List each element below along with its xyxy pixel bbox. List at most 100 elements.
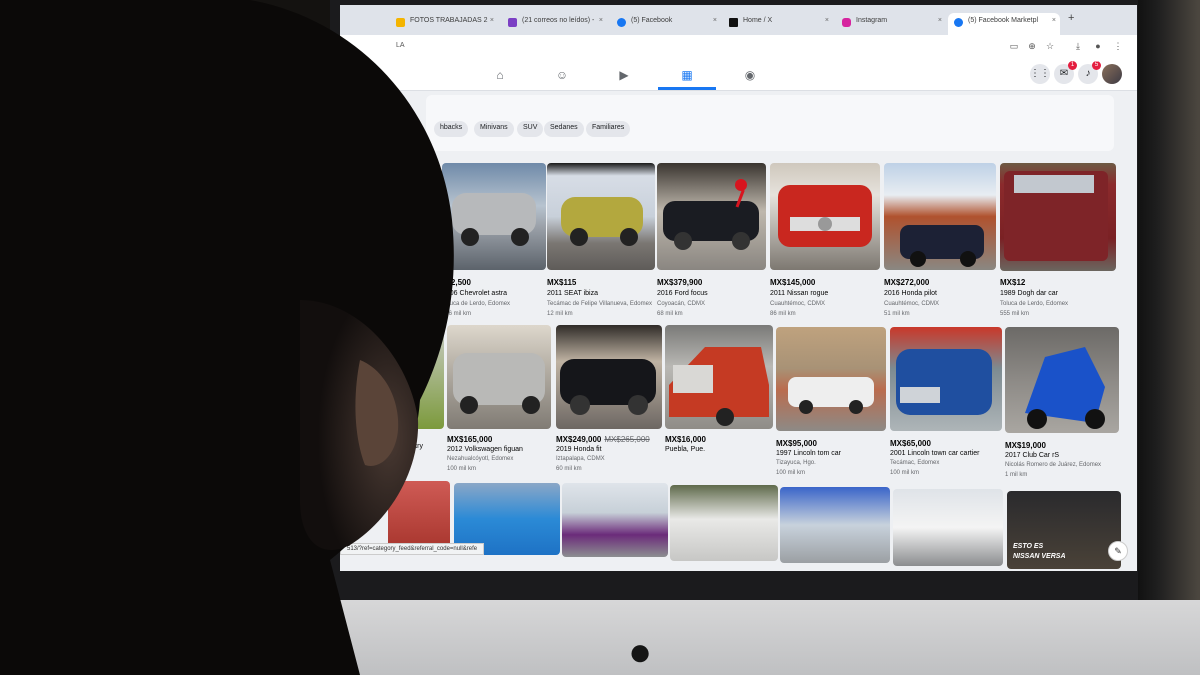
close-icon[interactable]: × <box>825 17 829 24</box>
listing-price: MX$19,000 <box>1005 441 1046 450</box>
address-bar[interactable]: LA ▭ ⊕ ☆ ⤓ ● ⋮ <box>340 35 1137 59</box>
listing-mileage: 1 mil km <box>1005 472 1028 478</box>
tab-marketplace[interactable]: (5) Facebook Marketpl × <box>948 13 1060 35</box>
listing-photo <box>665 325 773 429</box>
messenger-button[interactable]: ✉ 1 <box>1054 61 1077 84</box>
filter-chip-hatchbacks[interactable]: hbacks <box>434 121 469 137</box>
listing-title: country <box>400 443 423 450</box>
tab-fotos[interactable]: FOTOS TRABAJADAS 2 × <box>390 13 498 35</box>
listing-card[interactable]: MX$12 1989 Dogh dar car Toluca de Lerdo,… <box>1000 163 1116 323</box>
tab-facebook[interactable]: (5) Facebook × <box>611 13 721 35</box>
listing-photo <box>547 163 655 270</box>
filter-chip-sedanes[interactable]: Sedanes <box>544 121 584 137</box>
listing-card[interactable]: MX$16,000 Puebla, Pue. <box>665 325 773 480</box>
close-icon[interactable]: × <box>1052 17 1056 24</box>
filter-chip-familiares[interactable]: Familiares <box>586 121 631 137</box>
listing-title: 2017 Club Car rS <box>1005 452 1060 459</box>
listing-location: Cuauhtémoc, CDMX <box>884 301 940 307</box>
nissan-ad-photo[interactable]: ESTO ES NISSAN VERSA <box>1007 491 1121 569</box>
instagram-icon <box>842 18 851 27</box>
video-icon[interactable]: ▶ <box>616 67 632 83</box>
listing-location: Tecámac de Felipe Villanueva, Edomex <box>547 301 652 307</box>
cast-icon[interactable]: ▭ <box>1008 40 1020 52</box>
bookmark-star-icon[interactable]: ☆ <box>1044 40 1056 52</box>
avatar[interactable] <box>1102 64 1122 84</box>
drive-icon <box>396 18 405 27</box>
listing-card[interactable]: MX$145,000 2011 Nissan rogue Cuauhtémoc,… <box>770 163 880 323</box>
facebook-icon <box>617 18 626 27</box>
listing-location: Iztapalapa, CDMX <box>556 456 605 462</box>
zoom-icon[interactable]: ⊕ <box>1026 40 1038 52</box>
listing-photo <box>400 325 444 429</box>
listing-location: Cuauhtémoc, CDMX <box>770 301 826 307</box>
listing-card[interactable]: MX$165,000 2012 Volkswagen figuan Nezahu… <box>447 325 551 480</box>
listing-price-value: MX$249,000 <box>556 435 602 444</box>
listing-card[interactable]: MX$95,000 1997 Lincoln tom car Tizayuca,… <box>776 327 886 482</box>
profile-icon[interactable]: ● <box>1092 40 1104 52</box>
listing-photo <box>890 327 1002 431</box>
listing-title: Puebla, Pue. <box>665 446 706 453</box>
listing-mileage: 86 mil km <box>770 311 796 317</box>
listing-title: 2016 Ford focus <box>657 290 708 297</box>
download-icon[interactable]: ⤓ <box>1072 40 1084 52</box>
filter-chip-suv[interactable]: SUV <box>517 121 544 137</box>
ad-text-line1: ESTO ES <box>1013 543 1044 550</box>
listing-mileage: 100 mil km <box>447 466 477 472</box>
listing-photo[interactable] <box>562 483 668 557</box>
monitor-edge <box>1138 0 1200 600</box>
listing-price: MX$16,000 <box>665 435 706 444</box>
apple-logo-icon: ● <box>628 630 653 674</box>
listing-card[interactable]: MX$65,000 2001 Lincoln town car cartier … <box>890 327 1002 482</box>
friends-icon[interactable]: ☺ <box>554 67 570 83</box>
marketplace-icon[interactable]: ▦ <box>679 67 695 83</box>
listing-title: 2012 Volkswagen figuan <box>447 446 523 453</box>
filter-chip-minivans[interactable]: Minivans <box>474 121 514 137</box>
listing-mileage: 68 mil km <box>657 311 683 317</box>
listing-title: 2016 Honda pilot <box>884 290 937 297</box>
close-icon[interactable]: × <box>938 17 942 24</box>
close-icon[interactable]: × <box>490 17 494 24</box>
listing-card[interactable]: $42,500 2006 Chevrolet astra Toluca de L… <box>442 163 546 323</box>
listing-price: MX$145,000 <box>770 278 816 287</box>
listing-location: Toluca de Lerdo, Edomex <box>1000 301 1069 307</box>
listing-card[interactable]: MX$19,000 2017 Club Car rS Nicolás Romer… <box>1005 327 1119 482</box>
close-icon[interactable]: × <box>599 17 603 24</box>
tab-mail[interactable]: (21 correos no leídos) - × <box>502 13 607 35</box>
listing-price: MX$65,000 <box>890 439 931 448</box>
listing-card[interactable]: MX$379,900 2016 Ford focus Coyoacán, CDM… <box>657 163 766 323</box>
compose-button[interactable]: ✎ <box>1108 541 1128 561</box>
listing-price: MX$379,900 <box>657 278 703 287</box>
listing-price: $42,500 <box>442 278 471 287</box>
listing-photo[interactable] <box>670 485 778 561</box>
apps-grid-button[interactable]: ⋮⋮ <box>1030 64 1050 84</box>
groups-icon[interactable]: ◉ <box>742 67 758 83</box>
tab-instagram[interactable]: Instagram × <box>836 13 946 35</box>
home-icon[interactable]: ⌂ <box>492 67 508 83</box>
listing-photo[interactable] <box>388 481 450 551</box>
listing-mileage: 51 mil km <box>884 311 910 317</box>
listing-location: Toluca de Lerdo, Edomex <box>442 301 511 307</box>
active-tab-indicator <box>658 87 716 90</box>
listing-card[interactable]: MX$249,000 MX$265,000 2019 Honda fit Izta… <box>556 325 662 480</box>
tab-x[interactable]: Home / X × <box>723 13 833 35</box>
facebook-top-nav: ⌂ ☺ ▶ ▦ ◉ ⋮⋮ ✉ 1 ♪ 5 <box>340 59 1137 91</box>
notifications-button[interactable]: ♪ 5 <box>1078 61 1101 84</box>
listing-card[interactable]: MX$115 2011 SEAT ibiza Tecámac de Felipe… <box>547 163 655 323</box>
new-tab-button[interactable]: + <box>1068 12 1074 24</box>
listing-photo <box>770 163 880 270</box>
listing-photo[interactable] <box>780 487 890 563</box>
close-icon[interactable]: × <box>713 17 717 24</box>
monitor-chin <box>330 600 1200 675</box>
listing-title: 2001 Lincoln town car cartier <box>890 450 980 457</box>
listing-mileage: 100 mil km <box>776 470 806 476</box>
listing-mileage: 100 mil km <box>890 470 920 476</box>
menu-dots-icon[interactable]: ⋮ <box>1112 40 1124 52</box>
listing-title: 2019 Honda fit <box>556 446 602 453</box>
notifications-badge: 5 <box>1092 61 1101 70</box>
listing-title: 1997 Lincoln tom car <box>776 450 841 457</box>
status-url-preview: 513/?ref=category_feed&referral_code=nul… <box>340 543 485 555</box>
listing-photo[interactable] <box>893 489 1003 566</box>
listing-card[interactable]: country <box>400 325 444 475</box>
listing-card[interactable]: MX$272,000 2016 Honda pilot Cuauhtémoc, … <box>884 163 996 323</box>
listing-price: MX$12 <box>1000 278 1026 287</box>
